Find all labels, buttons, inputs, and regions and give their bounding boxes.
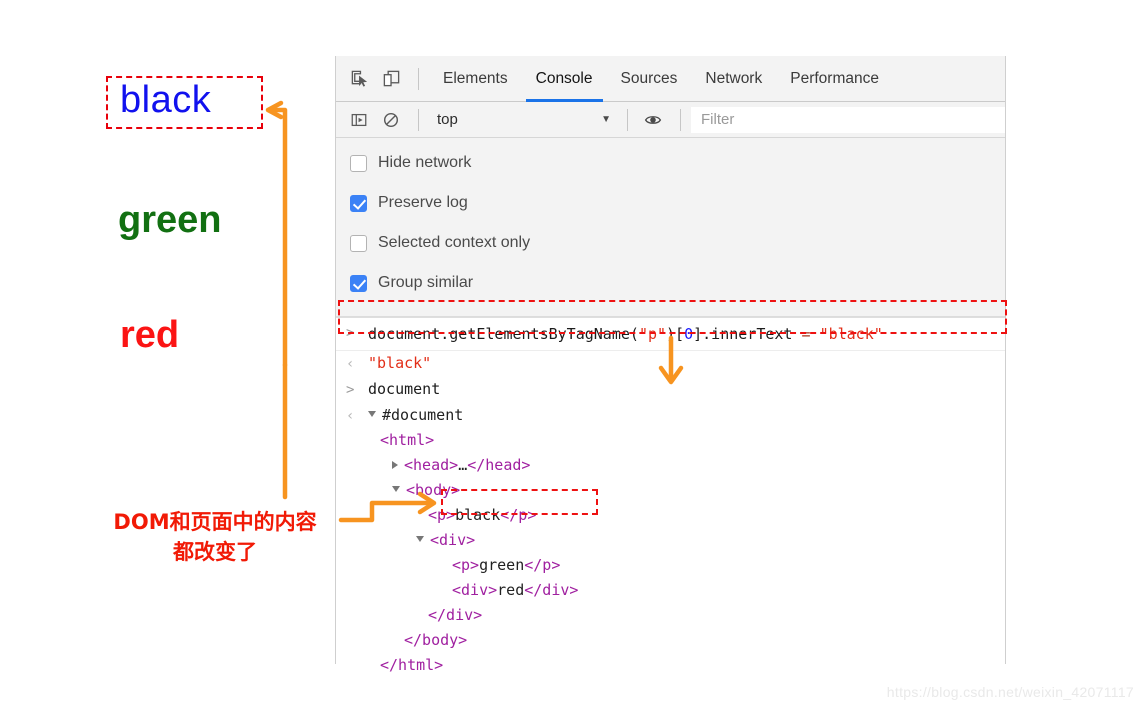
checkbox-hide-network[interactable]: Hide network: [350, 148, 1005, 178]
dom-tree-node[interactable]: <html>: [368, 428, 1005, 453]
tab-network[interactable]: Network: [691, 56, 776, 102]
console-sidebar-icon[interactable]: [344, 105, 374, 135]
console-settings: Hide network Preserve log Selected conte…: [336, 138, 1005, 317]
filterbar-divider-3: [680, 109, 681, 131]
filterbar-divider-1: [418, 109, 419, 131]
annotation-dom-changed-line1: DOM和页面中的内容: [90, 507, 340, 537]
tab-elements[interactable]: Elements: [429, 56, 522, 102]
checkbox-label-selected-context-only: Selected context only: [378, 234, 530, 252]
checkbox-label-preserve-log: Preserve log: [378, 194, 468, 212]
clear-console-icon[interactable]: [376, 105, 406, 135]
checkbox-box-group-similar[interactable]: [350, 275, 367, 292]
console-command-text: document.getElementsByTagName("p")[0].in…: [368, 323, 883, 345]
toolbar-divider: [418, 68, 419, 90]
dom-tree-node[interactable]: <div>: [368, 528, 1005, 553]
dom-tree: <html><head>…</head><body><p>black</p><d…: [336, 428, 1005, 678]
console-filter-bar: top ▼: [336, 102, 1005, 138]
dom-tree-node[interactable]: </html>: [368, 653, 1005, 678]
console-input-prompt-icon-2: >: [346, 380, 368, 400]
expand-triangle-icon[interactable]: [392, 461, 398, 469]
console-document-result-row: ‹ #document: [336, 403, 1005, 428]
chevron-down-icon: ▼: [601, 114, 611, 125]
console-command-row-2[interactable]: > document: [336, 377, 1005, 403]
dom-tree-node[interactable]: <p>black</p>: [368, 503, 1005, 528]
console-output-prompt-icon: ‹: [346, 354, 368, 374]
console-token: 0: [684, 325, 693, 343]
preview-text-red: red: [120, 314, 179, 357]
tab-console[interactable]: Console: [522, 56, 607, 102]
dom-tree-node[interactable]: </div>: [368, 603, 1005, 628]
console-token: document.getElementsByTagName(: [368, 325, 639, 343]
preview-text-green: green: [118, 199, 221, 242]
devtools-tabstrip: Elements Console Sources Network Perform…: [336, 56, 1005, 102]
tab-performance[interactable]: Performance: [776, 56, 893, 102]
console-input-prompt-icon: >: [346, 323, 368, 343]
inspect-element-icon[interactable]: [344, 64, 374, 94]
dom-tree-node[interactable]: </body>: [368, 628, 1005, 653]
console-token: "p": [639, 325, 666, 343]
annotation-dom-changed-line2: 都改变了: [90, 537, 340, 567]
dom-tree-node[interactable]: <p>green</p>: [368, 553, 1005, 578]
console-token: )[: [666, 325, 684, 343]
watermark: https://blog.csdn.net/weixin_42071117: [887, 684, 1134, 700]
console-token: ].innerText: [693, 325, 801, 343]
checkbox-label-group-similar: Group similar: [378, 274, 473, 292]
checkbox-selected-context-only[interactable]: Selected context only: [350, 228, 1005, 258]
page-preview-pane: black green red: [0, 0, 335, 712]
checkbox-group-similar[interactable]: Group similar: [350, 268, 1005, 298]
execution-context-select[interactable]: top ▼: [429, 111, 617, 128]
checkbox-preserve-log[interactable]: Preserve log: [350, 188, 1005, 218]
dom-tree-node[interactable]: <div>red</div>: [368, 578, 1005, 603]
checkbox-label-hide-network: Hide network: [378, 154, 471, 172]
checkbox-box-hide-network[interactable]: [350, 155, 367, 172]
preview-text-black: black: [120, 79, 211, 122]
expand-triangle-icon[interactable]: [392, 486, 400, 492]
filter-input[interactable]: [691, 107, 1005, 133]
annotation-dom-changed: DOM和页面中的内容 都改变了: [90, 507, 340, 567]
console-log-area: > document.getElementsByTagName("p")[0].…: [336, 317, 1005, 678]
devtools-panel: Elements Console Sources Network Perform…: [335, 56, 1006, 664]
dom-root-label: #document: [382, 406, 463, 424]
live-expression-eye-icon[interactable]: [638, 105, 668, 135]
dom-tree-node[interactable]: <body>: [368, 478, 1005, 503]
dom-tree-node[interactable]: <head>…</head>: [368, 453, 1005, 478]
tab-sources[interactable]: Sources: [607, 56, 692, 102]
checkbox-box-selected-context-only[interactable]: [350, 235, 367, 252]
console-token: [811, 325, 820, 343]
dom-root-node[interactable]: #document: [368, 406, 463, 424]
console-token: "black": [820, 325, 883, 343]
console-output-prompt-icon-3: ‹: [346, 406, 368, 426]
expand-triangle-icon[interactable]: [416, 536, 424, 542]
console-token: =: [802, 325, 811, 343]
console-command-text-2: document: [368, 380, 440, 398]
device-toolbar-icon[interactable]: [376, 64, 406, 94]
console-result-row: ‹ "black": [336, 351, 1005, 377]
checkbox-box-preserve-log[interactable]: [350, 195, 367, 212]
console-command-row[interactable]: > document.getElementsByTagName("p")[0].…: [336, 317, 1005, 351]
expand-triangle-icon[interactable]: [368, 411, 376, 417]
console-result-value: "black": [368, 354, 431, 372]
filterbar-divider-2: [627, 109, 628, 131]
execution-context-value: top: [437, 111, 458, 128]
